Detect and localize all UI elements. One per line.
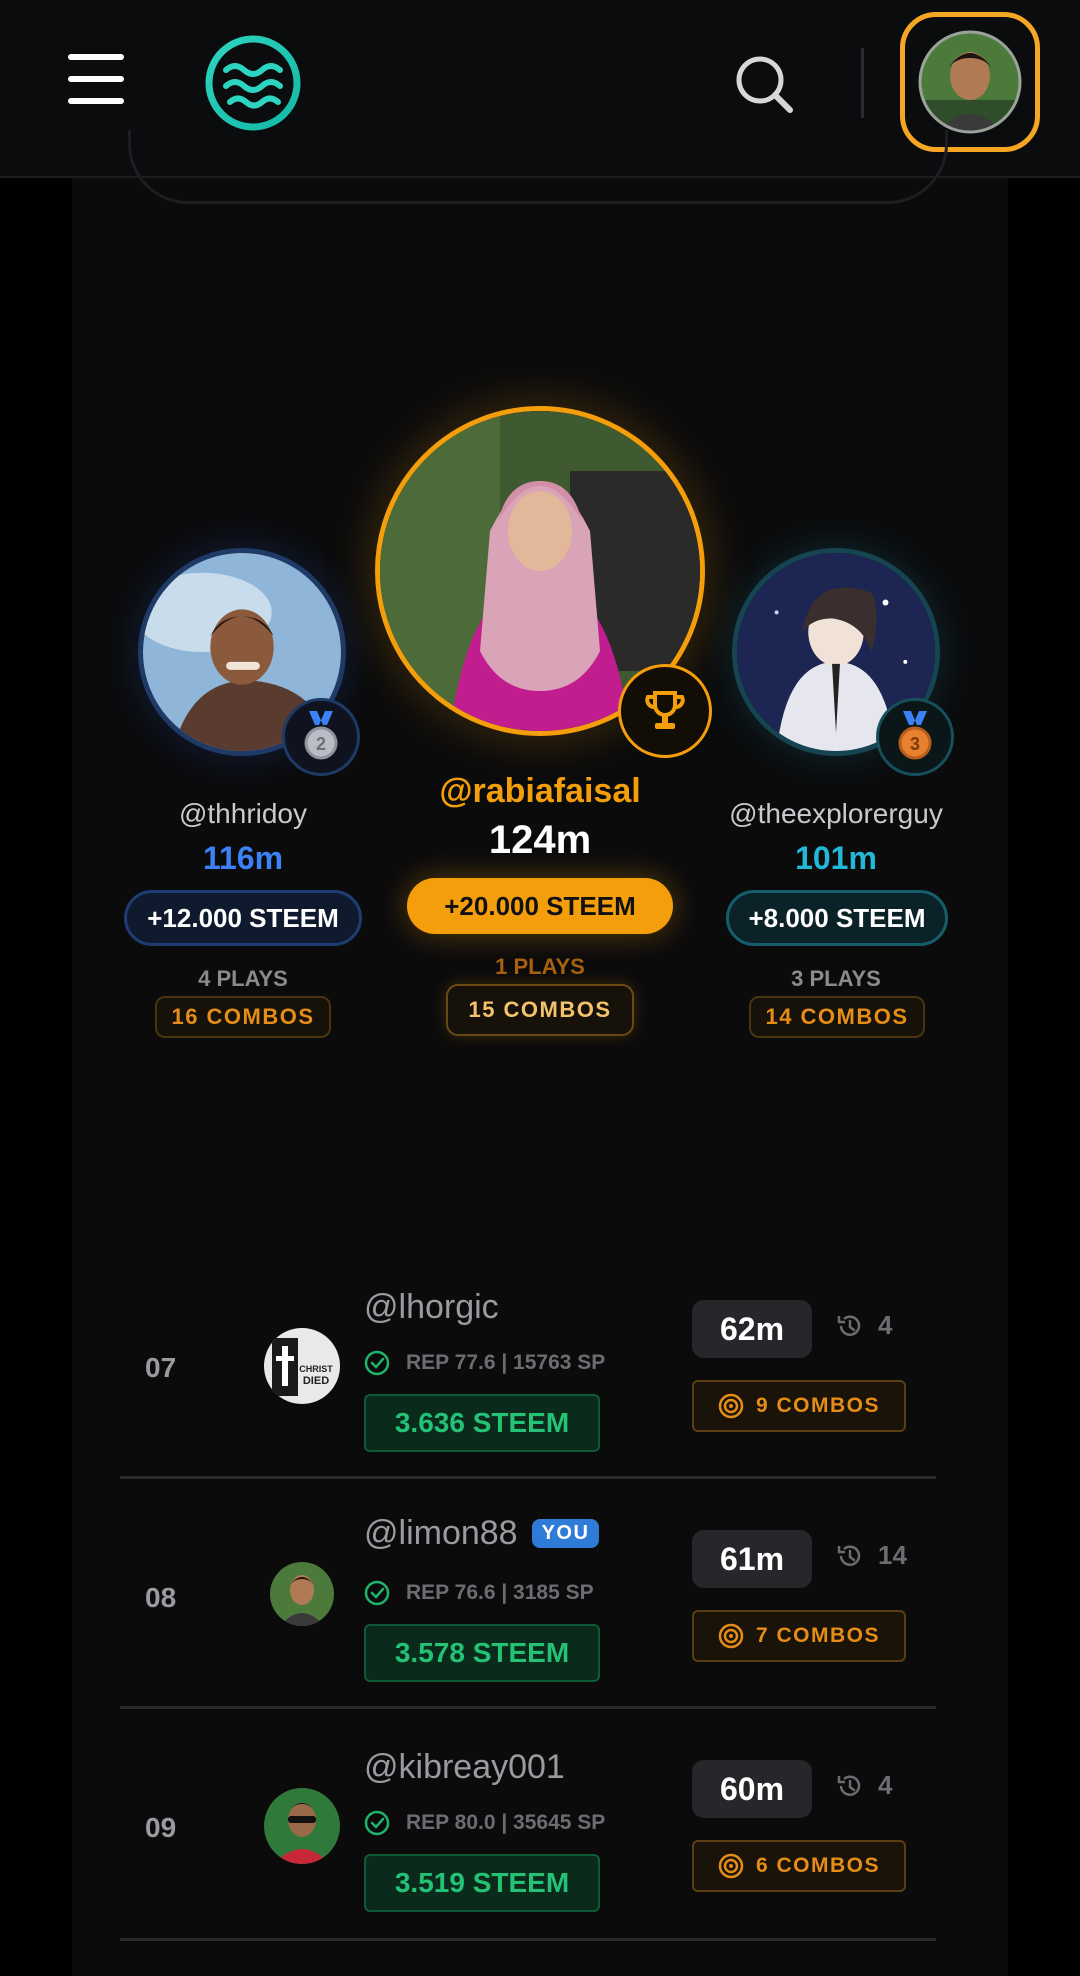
- svg-text:DIED: DIED: [303, 1375, 329, 1387]
- medal-2-icon: 2: [282, 698, 360, 776]
- podium-third-plays: 3 PLAYS: [791, 966, 881, 991]
- row-combos: 9 COMBOS: [692, 1380, 906, 1432]
- row-reward: 3.578 STEEM: [364, 1624, 600, 1682]
- row-username-text[interactable]: @limon88: [364, 1514, 518, 1553]
- row-rep-text: REP 76.6 | 3185 SP: [406, 1581, 594, 1604]
- medal-3-number: 3: [910, 734, 920, 754]
- podium-third-username[interactable]: @theexplorerguy: [706, 798, 966, 830]
- verified-check-icon: [364, 1350, 390, 1376]
- row-plays: 4: [836, 1310, 892, 1341]
- row-reputation: REP 77.6 | 15763 SP: [364, 1350, 605, 1376]
- row-reward: 3.636 STEEM: [364, 1394, 600, 1452]
- row-plays: 14: [836, 1540, 907, 1571]
- header-divider: [861, 48, 864, 118]
- avatar[interactable]: [264, 1788, 340, 1864]
- row-score: 62m: [692, 1300, 812, 1358]
- podium-third-combos: 14 COMBOS: [749, 996, 925, 1038]
- avatar[interactable]: CHRIST DIED: [264, 1328, 340, 1404]
- podium-first-plays: 1 PLAYS: [495, 954, 585, 979]
- medal-3-icon: 3: [876, 698, 954, 776]
- rank-number: 09: [145, 1812, 177, 1843]
- row-plays-count: 4: [878, 1770, 893, 1800]
- row-username[interactable]: @kibreay001: [364, 1748, 565, 1787]
- row-username-text[interactable]: @lhorgic: [364, 1288, 499, 1327]
- podium-first-username[interactable]: @rabiafaisal: [380, 772, 700, 811]
- rank-number: 07: [145, 1352, 177, 1383]
- verified-check-icon: [364, 1810, 390, 1836]
- medal-2-number: 2: [316, 734, 326, 754]
- row-divider: [120, 1938, 936, 1941]
- target-icon: [718, 1853, 744, 1879]
- row-username[interactable]: @limon88 YOU: [364, 1514, 600, 1553]
- avatar: [918, 30, 1022, 134]
- row-combos: 6 COMBOS: [692, 1840, 906, 1892]
- history-icon: [837, 1314, 861, 1336]
- row-divider: [120, 1476, 936, 1479]
- podium-third-score: 101m: [795, 840, 877, 876]
- target-icon: [718, 1623, 744, 1649]
- podium-second-plays: 4 PLAYS: [198, 966, 288, 991]
- history-icon: [837, 1774, 861, 1796]
- row-combos-text: 7 COMBOS: [755, 1624, 880, 1647]
- row-combos-text: 9 COMBOS: [755, 1394, 880, 1417]
- row-combos: 7 COMBOS: [692, 1610, 906, 1662]
- row-username[interactable]: @lhorgic: [364, 1288, 499, 1327]
- you-badge: YOU: [531, 1519, 600, 1548]
- verified-check-icon: [364, 1580, 390, 1606]
- row-reward: 3.519 STEEM: [364, 1854, 600, 1912]
- row-rep-text: REP 80.0 | 35645 SP: [406, 1811, 606, 1834]
- podium-second-username[interactable]: @thhridoy: [143, 798, 343, 830]
- row-plays: 4: [836, 1770, 892, 1801]
- row-reputation: REP 76.6 | 3185 SP: [364, 1580, 594, 1606]
- rank-number: 08: [145, 1582, 177, 1613]
- list-item[interactable]: 09 @kibreay001 REP 80.0 | 35645 SP 3.519…: [120, 1736, 936, 1966]
- podium-second-reward: +12.000 STEEM: [124, 890, 362, 946]
- row-score: 61m: [692, 1530, 812, 1588]
- podium-third-reward: +8.000 STEEM: [726, 890, 948, 946]
- row-plays-count: 4: [878, 1310, 893, 1340]
- podium-second-combos: 16 COMBOS: [155, 996, 331, 1038]
- waves-logo-icon[interactable]: [204, 34, 302, 132]
- row-combos-text: 6 COMBOS: [755, 1854, 880, 1877]
- podium-first-reward: +20.000 STEEM: [407, 878, 673, 934]
- list-item[interactable]: 07 CHRIST DIED @lhorgic REP 77.6 | 15763…: [120, 1276, 936, 1506]
- search-icon[interactable]: [734, 54, 794, 114]
- row-username-text[interactable]: @kibreay001: [364, 1748, 565, 1787]
- row-score: 60m: [692, 1760, 812, 1818]
- panel-top-border: [128, 130, 948, 204]
- podium-first-combos: 15 COMBOS: [446, 984, 634, 1036]
- hamburger-menu-icon[interactable]: [68, 54, 124, 104]
- history-icon: [837, 1544, 861, 1566]
- trophy-icon: [618, 664, 712, 758]
- svg-text:CHRIST: CHRIST: [299, 1364, 333, 1374]
- avatar[interactable]: [270, 1562, 334, 1626]
- target-icon: [718, 1393, 744, 1419]
- row-rep-text: REP 77.6 | 15763 SP: [406, 1351, 606, 1374]
- podium-second-score: 116m: [202, 840, 284, 876]
- list-item[interactable]: 08 @limon88 YOU REP 76.6 | 3185 SP 3.578…: [120, 1506, 936, 1736]
- row-divider: [120, 1706, 936, 1709]
- podium-first-score: 124m: [488, 818, 592, 862]
- row-reputation: REP 80.0 | 35645 SP: [364, 1810, 605, 1836]
- row-plays-count: 14: [878, 1540, 907, 1570]
